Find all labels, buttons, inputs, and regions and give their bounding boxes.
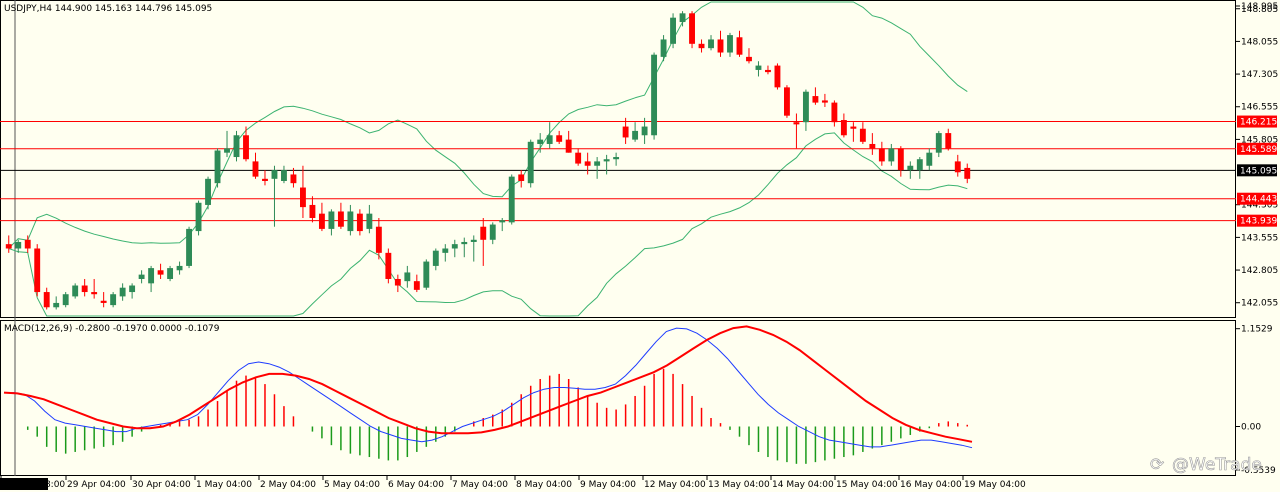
- time-tick-label: 14 May 04:00: [772, 480, 834, 490]
- candle[interactable]: [195, 200, 202, 236]
- candle[interactable]: [72, 283, 79, 299]
- time-tick-label: 16 May 04:00: [900, 480, 962, 490]
- time-tick-label: 5 May 04:00: [324, 480, 380, 490]
- candle[interactable]: [774, 63, 781, 90]
- macd-tick-label: 1.1529: [1241, 325, 1273, 335]
- candle[interactable]: [62, 292, 69, 308]
- hline-tag-label: 146.215: [1240, 118, 1277, 128]
- current-price-tag: 145.095: [1240, 166, 1277, 176]
- candle[interactable]: [651, 52, 658, 140]
- candle[interactable]: [110, 292, 117, 308]
- candle[interactable]: [205, 176, 211, 210]
- price-tick-label: 143.555: [1241, 233, 1278, 243]
- hline-tag-label: 143.939: [1240, 217, 1277, 227]
- wetrade-logo-icon: ⟳: [1150, 455, 1164, 475]
- watermark-text: @WeTrade: [1172, 455, 1262, 475]
- time-tick-label: 30 Apr 04:00: [132, 480, 191, 490]
- candle[interactable]: [186, 226, 193, 269]
- hline-tag-label: 145.589: [1240, 145, 1277, 155]
- price-tick-label: 146.555: [1241, 103, 1278, 113]
- candle[interactable]: [233, 130, 240, 162]
- candle[interactable]: [527, 139, 534, 188]
- macd-tick-label: 0.00: [1241, 422, 1261, 432]
- candle[interactable]: [689, 11, 695, 49]
- time-tick-label: 15 May 04:00: [836, 480, 898, 490]
- time-tick-label: 7 May 04:00: [452, 480, 508, 490]
- price-panel-title: USDJPY,H4 144.900 145.163 144.796 145.09…: [4, 4, 212, 14]
- time-tick-label: 12 May 04:00: [644, 480, 706, 490]
- price-tick-label: 142.055: [1241, 299, 1278, 309]
- time-tick-label: 2 May 04:00: [260, 480, 316, 490]
- price-tick-label: 147.305: [1241, 70, 1278, 80]
- price-tick-label: 142.805: [1241, 266, 1278, 276]
- hline-tag-label: 144.443: [1240, 195, 1277, 205]
- time-tick-label: 29 Apr 04:00: [67, 480, 126, 490]
- candle[interactable]: [508, 174, 515, 225]
- macd-panel-title: MACD(12,26,9) -0.2800 -0.1970 0.0000 -0.…: [4, 324, 220, 334]
- candle[interactable]: [385, 248, 392, 284]
- time-tick-label: 13 May 04:00: [708, 480, 770, 490]
- time-tick-label: 1 May 04:00: [196, 480, 252, 490]
- candle[interactable]: [670, 13, 677, 49]
- trading-chart[interactable]: 148.995148.805148.055147.305146.555145.8…: [0, 0, 1280, 492]
- time-tick-label: 19 May 04:00: [964, 480, 1026, 490]
- time-tick-label: 8 May 04:00: [516, 480, 572, 490]
- candle[interactable]: [34, 244, 41, 297]
- price-tick-label: 148.055: [1241, 37, 1278, 47]
- price-tick-label: 148.805: [1241, 5, 1278, 15]
- candle[interactable]: [167, 265, 174, 282]
- candle[interactable]: [214, 148, 221, 188]
- time-tick-label: 6 May 04:00: [388, 480, 444, 490]
- time-tick-label: 26.04.28 8:00: [2, 480, 65, 490]
- candle[interactable]: [783, 85, 790, 118]
- candle[interactable]: [423, 259, 430, 290]
- time-tick-label: 9 May 04:00: [580, 480, 636, 490]
